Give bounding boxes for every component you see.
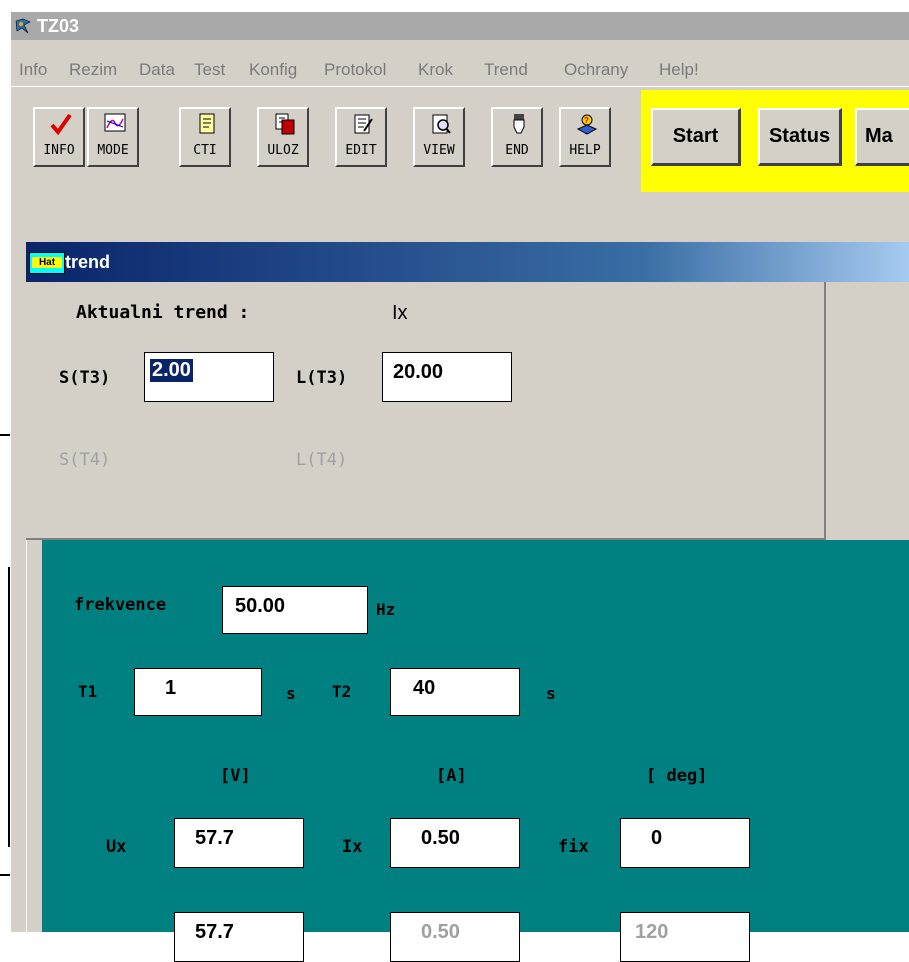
view-button[interactable]: VIEW: [413, 107, 465, 167]
t2-label: T2: [332, 682, 352, 701]
menu-trend[interactable]: Trend: [484, 60, 528, 80]
frekvence-label: frekvence: [74, 595, 167, 615]
t2-input[interactable]: 40: [390, 668, 520, 716]
s-t4-label: S(T4): [59, 450, 111, 470]
l-t3-label: L(T3): [296, 368, 348, 388]
svg-text:?: ?: [584, 116, 589, 125]
frekvence-input[interactable]: 50.00: [222, 586, 368, 634]
menu-protokol[interactable]: Protokol: [324, 60, 386, 80]
s-t3-label: S(T3): [59, 368, 111, 388]
left-mark-3: [0, 874, 10, 876]
menu-konfig[interactable]: Konfig: [249, 60, 297, 80]
fiy-input[interactable]: 120: [620, 912, 750, 962]
frekvence-unit: Hz: [376, 600, 396, 619]
start-button[interactable]: Start: [651, 108, 741, 166]
checkmark-icon: [50, 113, 72, 136]
save-doc-icon: [274, 113, 295, 135]
ux-input[interactable]: 57.7: [174, 818, 304, 868]
info-button[interactable]: INFO: [33, 107, 85, 167]
app-icon: [14, 17, 32, 35]
unit-voltage: [V]: [220, 766, 251, 786]
read-doc-icon: [196, 113, 216, 135]
unit-current: [A]: [436, 766, 467, 786]
title-bar: TZ03: [11, 12, 909, 40]
uloz-button[interactable]: ULOZ: [257, 107, 309, 167]
menu-rezim[interactable]: Rezim: [69, 60, 117, 80]
menu-test[interactable]: Test: [194, 60, 225, 80]
menu-ochrany[interactable]: Ochrany: [564, 60, 628, 80]
panel-left-edge: [26, 540, 43, 932]
menu-bar: Info Rezim Data Test Konfig Protokol Kro…: [11, 40, 909, 86]
help-icon: ?: [576, 113, 598, 135]
t1-unit: s: [286, 684, 296, 703]
fix-label: fix: [558, 837, 589, 857]
end-button[interactable]: END: [491, 107, 543, 167]
menu-data[interactable]: Data: [139, 60, 175, 80]
left-mark-2: [8, 567, 10, 847]
current-trend-value: Ix: [392, 302, 408, 324]
status-button[interactable]: Status: [758, 108, 842, 166]
trend-window-icon: Hat: [29, 252, 65, 274]
t1-input[interactable]: 1: [134, 668, 262, 716]
current-trend-label: Aktualni trend :: [76, 302, 250, 323]
parameters-panel: frekvence 50.00 Hz T1 1 s T2 40 s [V] [A…: [42, 540, 909, 962]
uy-input[interactable]: 57.7: [174, 912, 304, 962]
unit-degree: [ deg]: [646, 766, 708, 786]
menu-krok[interactable]: Krok: [418, 60, 453, 80]
ix-input[interactable]: 0.50: [390, 818, 520, 868]
t2-unit: s: [546, 684, 556, 703]
l-t4-label: L(T4): [296, 450, 348, 470]
fix-input[interactable]: 0: [620, 818, 750, 868]
t1-label: T1: [78, 682, 98, 701]
trend-panel: Aktualni trend : Ix S(T3) 2.00 L(T3) 20.…: [26, 282, 826, 540]
mode-button[interactable]: MODE: [87, 107, 139, 167]
help-button[interactable]: ? HELP: [559, 107, 611, 167]
view-doc-icon: [430, 113, 451, 135]
l-t3-input[interactable]: 20.00: [382, 352, 512, 402]
iy-input[interactable]: 0.50: [390, 912, 520, 962]
action-panel: Start Status Ma: [641, 90, 909, 198]
ux-label: Ux: [106, 837, 127, 857]
menu-info[interactable]: Info: [19, 60, 47, 80]
menu-help[interactable]: Help!: [659, 60, 699, 80]
left-mark-1: [0, 434, 10, 436]
ix-label: Ix: [342, 837, 363, 857]
window-title: TZ03: [37, 16, 80, 36]
edit-button[interactable]: EDIT: [335, 107, 387, 167]
s-t3-input[interactable]: 2.00: [144, 352, 274, 402]
trend-window-title: trend: [65, 252, 110, 272]
third-action-button[interactable]: Ma: [855, 108, 909, 166]
trend-window-titlebar[interactable]: Hat trend: [26, 242, 909, 282]
cti-button[interactable]: CTI: [179, 107, 231, 167]
hand-icon: [508, 113, 528, 135]
chart-icon: [104, 113, 126, 135]
edit-doc-icon: [352, 113, 373, 135]
